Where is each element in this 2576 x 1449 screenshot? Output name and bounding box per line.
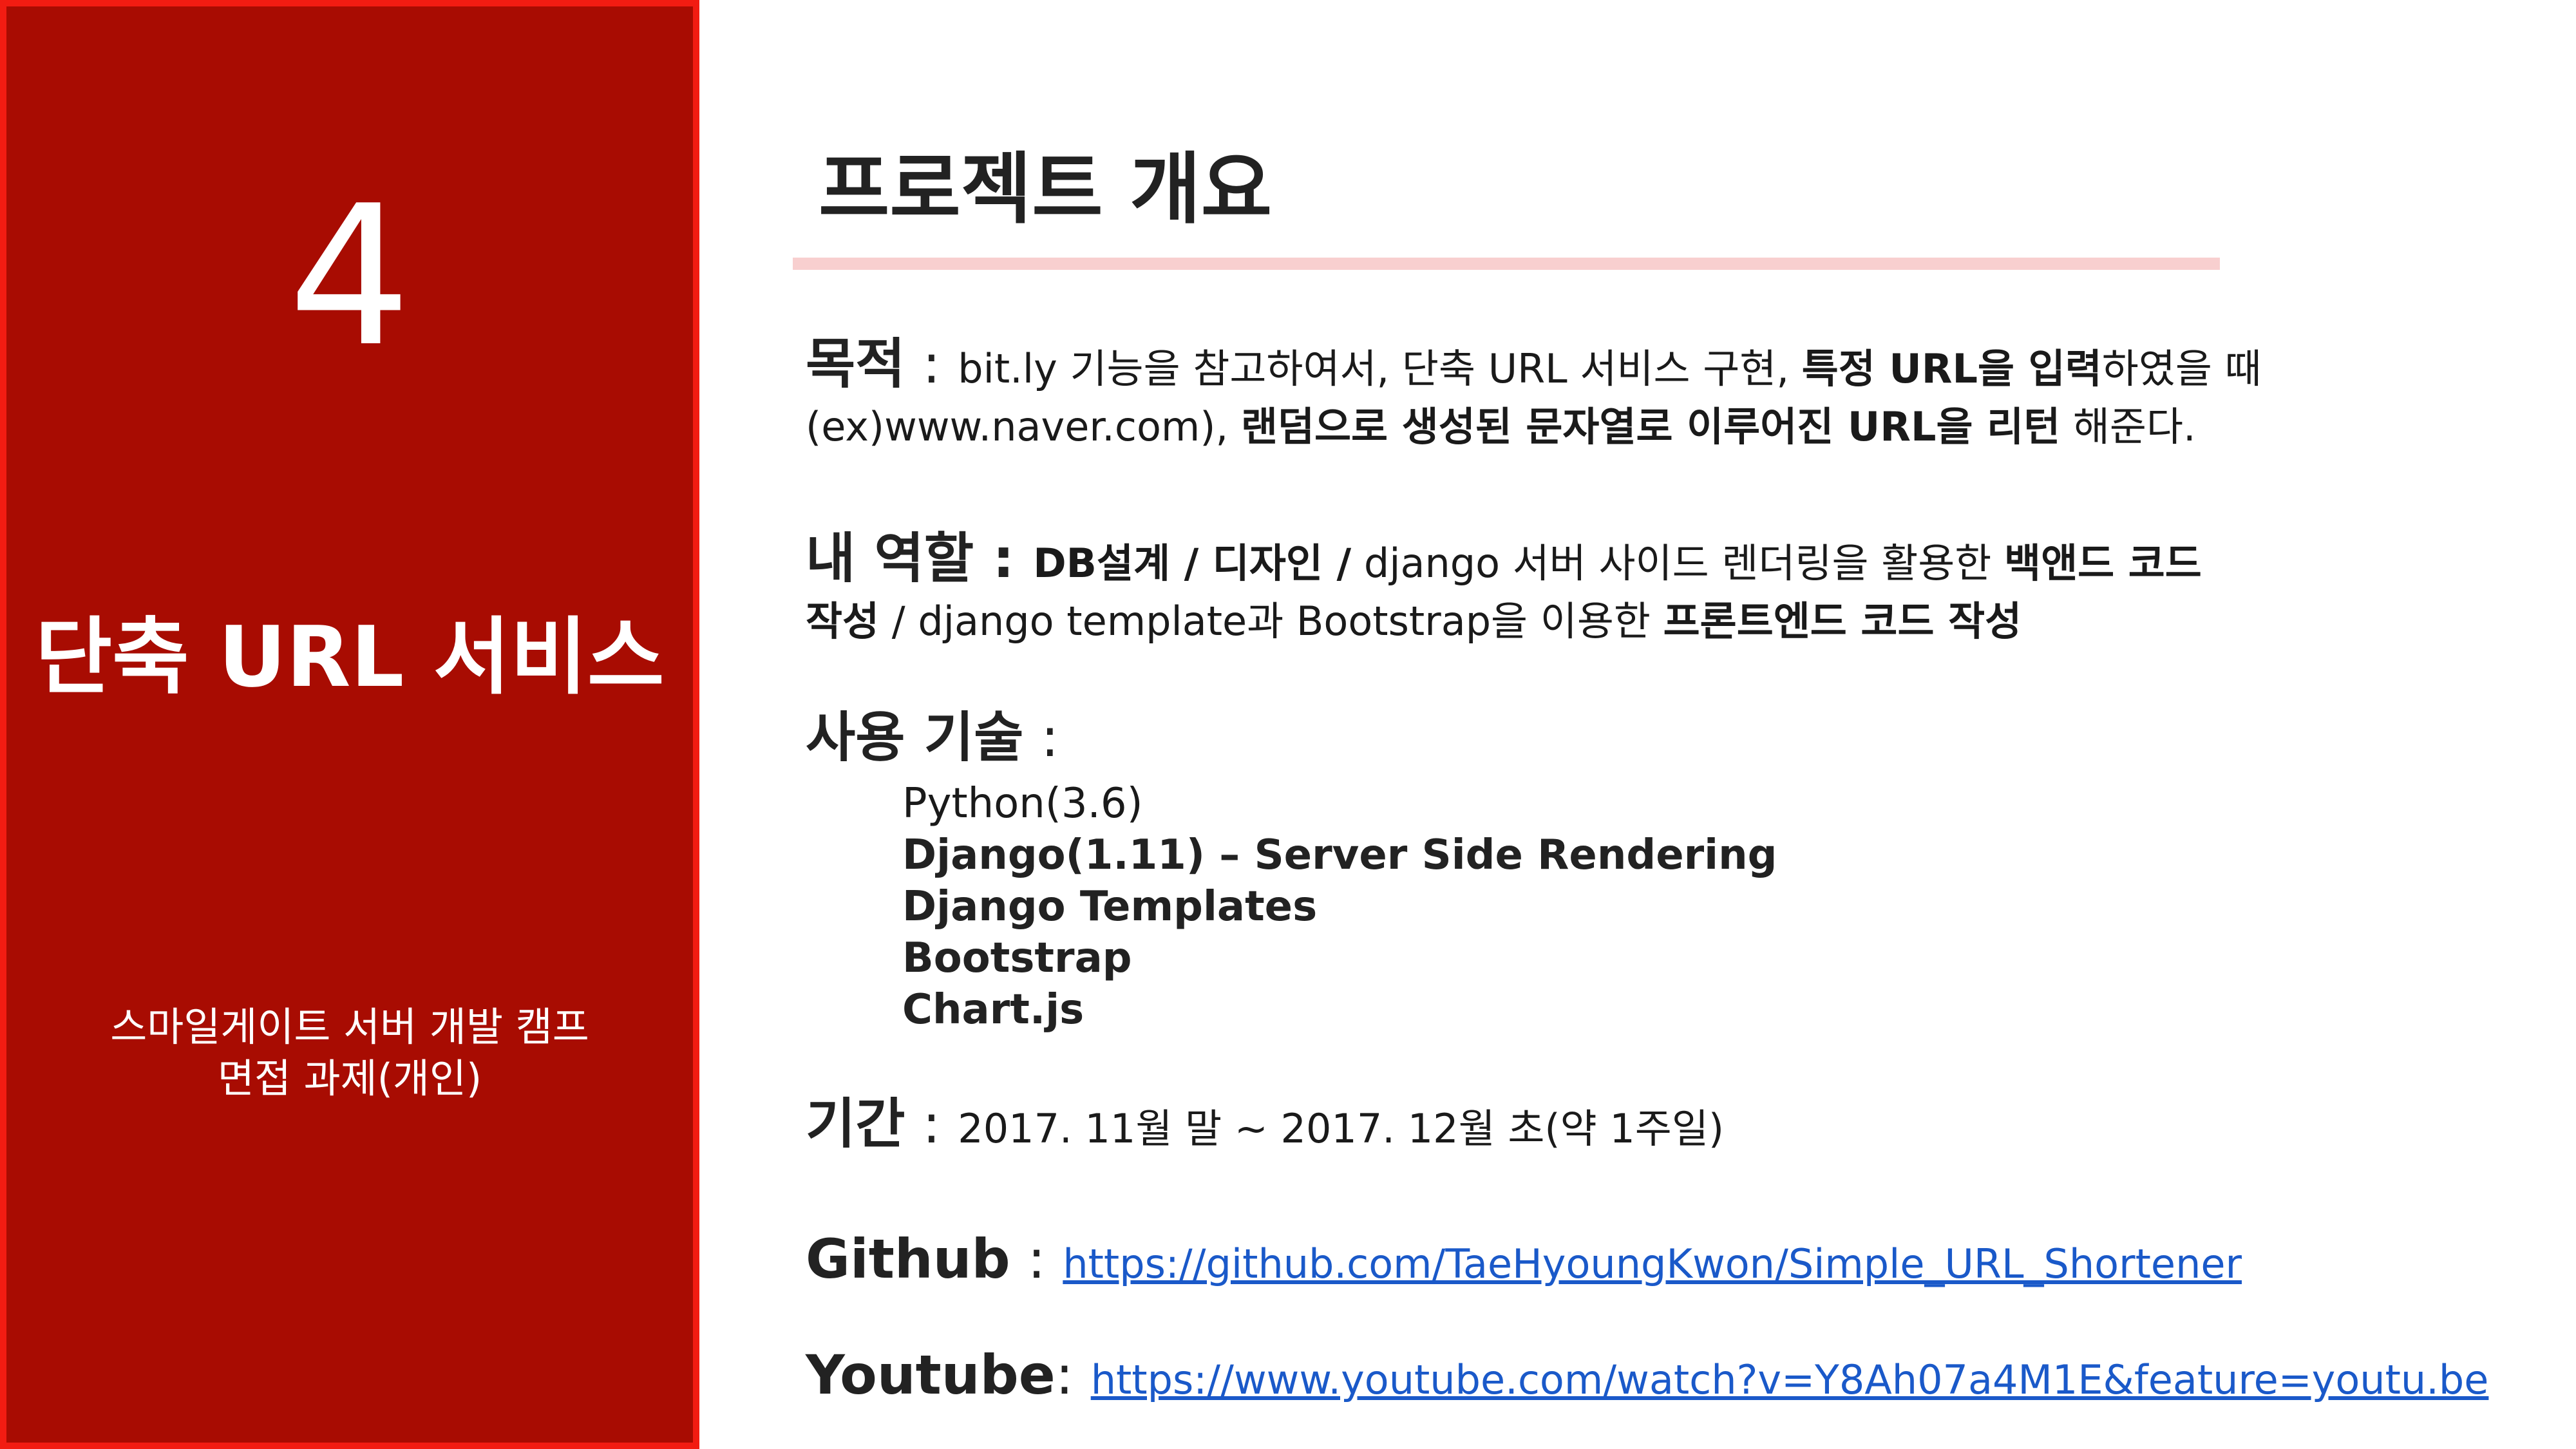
goal-text-b: 특정 URL을 입력 bbox=[1801, 345, 2102, 392]
goal-line-1: 목적 : bit.ly 기능을 참고하여서, 단축 URL 서비스 구현, 특정… bbox=[806, 335, 2544, 398]
tech-item-django: Django(1.11) – Server Side Rendering bbox=[902, 831, 1777, 879]
title-underline bbox=[793, 258, 2220, 270]
goal-line-2: (ex)www.naver.com), 랜덤으로 생성된 문자열로 이루어진 U… bbox=[806, 398, 2544, 456]
tech-item-chartjs: Chart.js bbox=[902, 986, 1084, 1034]
overview-content: 프로젝트 개요 목적 : bit.ly 기능을 참고하여서, 단축 URL 서비… bbox=[699, 0, 2576, 1449]
tech-stack-list: Python(3.6) Django(1.11) – Server Side R… bbox=[902, 778, 2544, 1036]
role-label: 내 역할 bbox=[806, 527, 974, 590]
goal-text-f: 해준다. bbox=[2060, 403, 2196, 450]
goal-colon: : bbox=[905, 332, 958, 395]
role-text-d: 작성 bbox=[806, 598, 880, 645]
github-line: Github : https://github.com/TaeHyoungKwo… bbox=[806, 1230, 2544, 1293]
youtube-label: Youtube bbox=[806, 1343, 1056, 1406]
goal-text-e: 랜덤으로 생성된 문자열로 이루어진 URL을 리턴 bbox=[1240, 403, 2061, 450]
project-context: 스마일게이트 서버 개발 캠프 면접 과제(개인) bbox=[6, 1001, 693, 1104]
github-section: Github : https://github.com/TaeHyoungKwo… bbox=[806, 1230, 2544, 1293]
goal-text-a: bit.ly 기능을 참고하여서, 단축 URL 서비스 구현, bbox=[958, 345, 1802, 392]
period-colon: : bbox=[905, 1092, 958, 1155]
youtube-link[interactable]: https://www.youtube.com/watch?v=Y8Ah07a4… bbox=[1091, 1356, 2489, 1403]
context-line-1: 스마일게이트 서버 개발 캠프 bbox=[110, 1003, 589, 1050]
period-label: 기간 bbox=[806, 1092, 905, 1155]
role-text-e: / django template과 Bootstrap을 이용한 bbox=[879, 598, 1663, 645]
context-line-2: 면접 과제(개인) bbox=[217, 1055, 482, 1102]
period-text: 2017. 11월 말 ~ 2017. 12월 초(약 1주일) bbox=[958, 1105, 1725, 1152]
role-colon: : bbox=[974, 527, 1034, 590]
github-link[interactable]: https://github.com/TaeHyoungKwon/Simple_… bbox=[1063, 1240, 2242, 1287]
role-text-c: 백앤드 코드 bbox=[2004, 540, 2202, 587]
tech-item-django-templates: Django Templates bbox=[902, 883, 1318, 931]
tech-stack-colon: : bbox=[1023, 706, 1059, 769]
role-line-1: 내 역할 : DB설계 / 디자인 / django 서버 사이드 렌더링을 활… bbox=[806, 529, 2544, 592]
tech-stack-heading: 사용 기술 : bbox=[806, 708, 2544, 772]
period-section: 기간 : 2017. 11월 말 ~ 2017. 12월 초(약 1주일) bbox=[806, 1095, 2544, 1158]
tech-item-python: Python(3.6) bbox=[902, 780, 1143, 828]
project-title: 단축 URL 서비스 bbox=[35, 608, 665, 706]
youtube-line: Youtube: https://www.youtube.com/watch?v… bbox=[806, 1346, 2544, 1409]
github-label: Github bbox=[806, 1227, 1010, 1291]
goal-section: 목적 : bit.ly 기능을 참고하여서, 단축 URL 서비스 구현, 특정… bbox=[806, 335, 2544, 456]
role-text-f: 프론트엔드 코드 작성 bbox=[1663, 598, 2022, 645]
goal-label: 목적 bbox=[806, 332, 905, 395]
slide-number: 4 bbox=[288, 164, 412, 389]
tech-stack-section: 사용 기술 : Python(3.6) Django(1.11) – Serve… bbox=[806, 708, 2544, 1036]
youtube-section: Youtube: https://www.youtube.com/watch?v… bbox=[806, 1346, 2544, 1409]
role-line-2: 작성 / django template과 Bootstrap을 이용한 프론트… bbox=[806, 592, 2544, 650]
tech-stack-label: 사용 기술 bbox=[806, 706, 1024, 769]
role-text-a: DB설계 / 디자인 / bbox=[1033, 540, 1352, 587]
youtube-colon: : bbox=[1055, 1343, 1091, 1406]
section-title: 프로젝트 개요 bbox=[819, 145, 1273, 234]
period-line: 기간 : 2017. 11월 말 ~ 2017. 12월 초(약 1주일) bbox=[806, 1095, 2544, 1158]
project-sidebar: 4 단축 URL 서비스 스마일게이트 서버 개발 캠프 면접 과제(개인) bbox=[0, 0, 699, 1449]
goal-text-d: (ex)www.naver.com), bbox=[806, 403, 1241, 450]
goal-text-c: 하였을 때 bbox=[2101, 345, 2262, 392]
github-colon: : bbox=[1010, 1227, 1063, 1291]
role-section: 내 역할 : DB설계 / 디자인 / django 서버 사이드 렌더링을 활… bbox=[806, 529, 2544, 650]
role-text-b: django 서버 사이드 렌더링을 활용한 bbox=[1351, 540, 2005, 587]
tech-item-bootstrap: Bootstrap bbox=[902, 934, 1132, 982]
